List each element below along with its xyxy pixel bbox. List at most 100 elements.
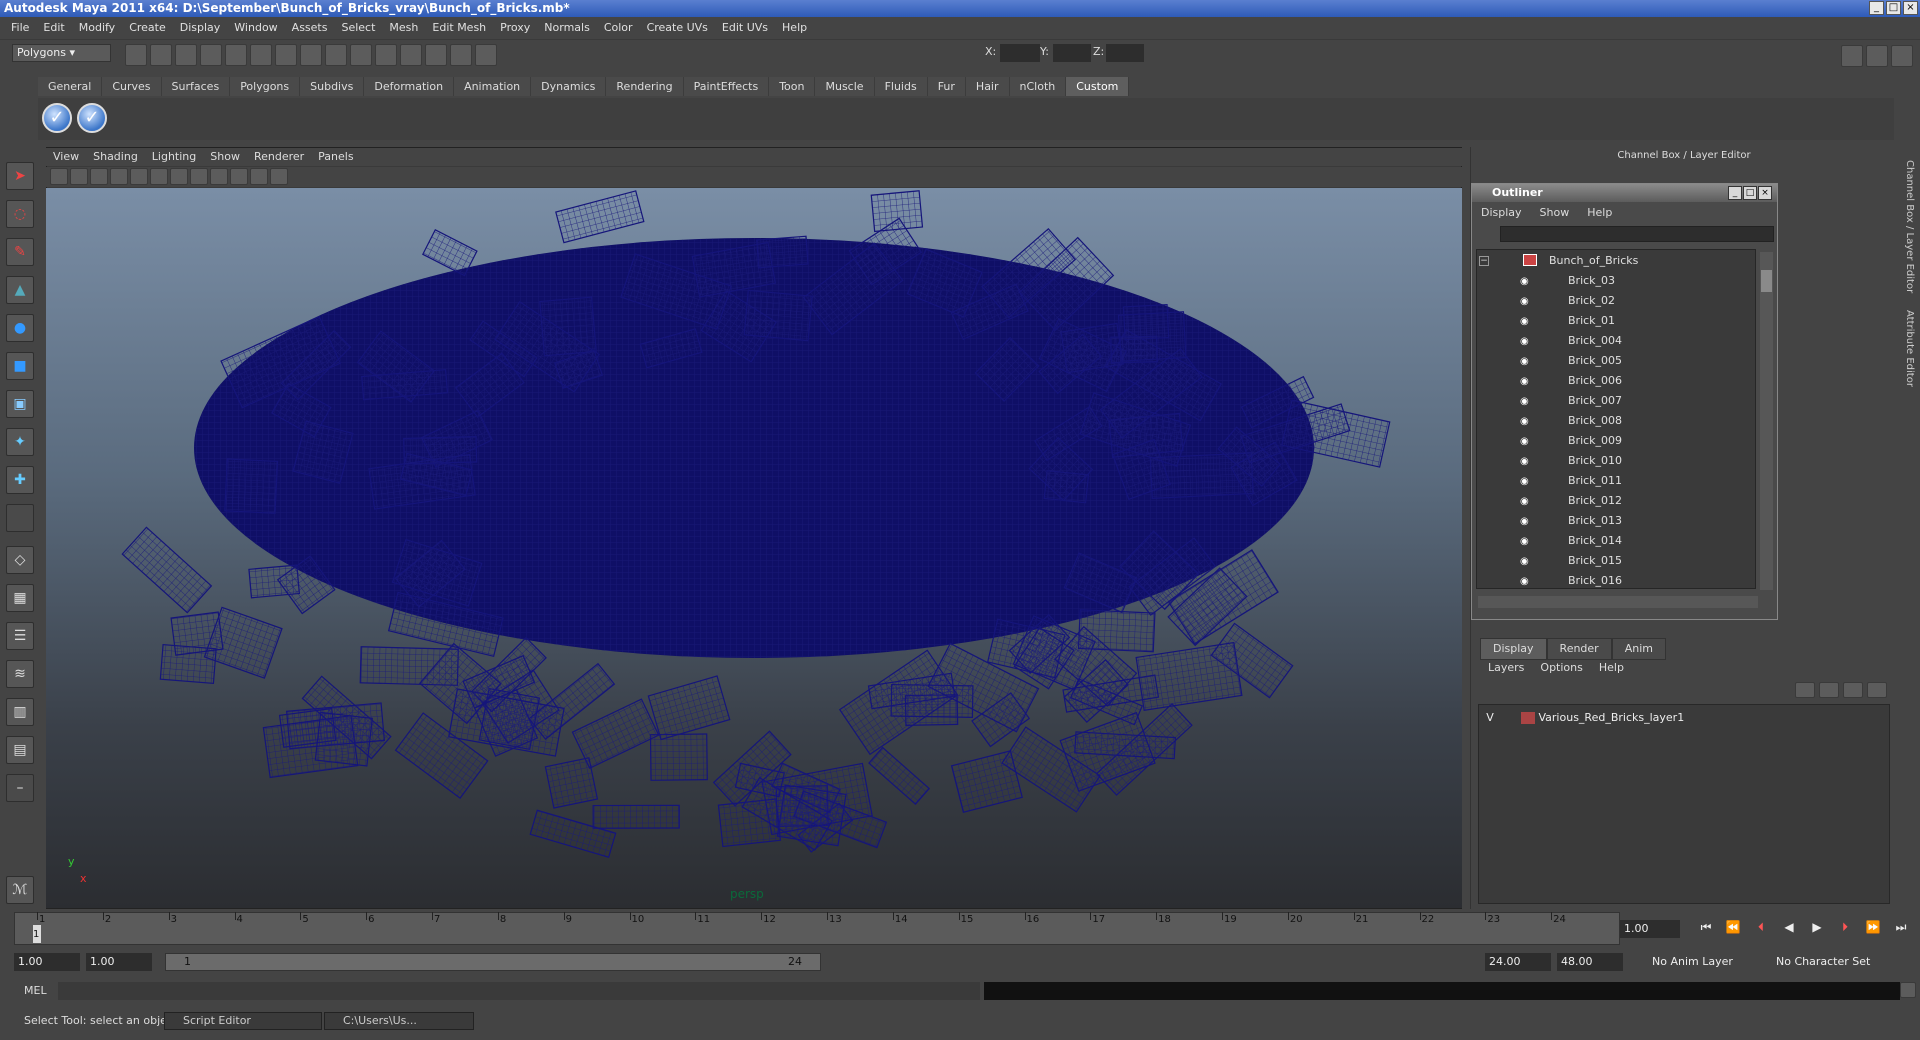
menu-file[interactable]: File [4, 19, 36, 37]
menu-edit[interactable]: Edit [36, 19, 71, 37]
shelf-tab-subdivs[interactable]: Subdivs [300, 77, 365, 96]
visibility-eye-icon[interactable]: ◉ [1520, 516, 1536, 527]
universal-manip-icon[interactable]: ▣ [6, 390, 34, 418]
layout-options-icon[interactable]: – [6, 774, 34, 802]
side-tab-channel-box[interactable]: Channel Box / Layer Editor [1901, 160, 1915, 293]
anim-layer-select[interactable]: No Anim Layer [1648, 953, 1760, 971]
viewport-menu-renderer[interactable]: Renderer [247, 148, 311, 166]
shelf-tab-fur[interactable]: Fur [927, 77, 966, 96]
paint-select-icon[interactable]: ✎ [6, 238, 34, 266]
outliner-item[interactable]: Brick_010 [1568, 451, 1622, 471]
layer-tab-anim[interactable]: Anim [1611, 638, 1666, 660]
ipr-render-icon[interactable] [450, 44, 472, 66]
menu-create-uvs[interactable]: Create UVs [640, 19, 715, 37]
save-scene-icon[interactable] [175, 44, 197, 66]
select-component-icon[interactable] [250, 44, 272, 66]
render-settings-icon[interactable] [475, 44, 497, 66]
outliner-item[interactable]: Brick_009 [1568, 431, 1622, 451]
single-pane-layout-icon[interactable]: ◇ [6, 546, 34, 574]
new-layer-selected-icon[interactable] [1819, 682, 1839, 698]
shelf-tab-curves[interactable]: Curves [102, 77, 162, 96]
show-channel-box-icon[interactable] [1891, 45, 1913, 67]
move-layer-down-icon[interactable] [1867, 682, 1887, 698]
menu-normals[interactable]: Normals [537, 19, 597, 37]
outliner-menu-help[interactable]: Help [1578, 204, 1621, 222]
menu-proxy[interactable]: Proxy [493, 19, 537, 37]
minimize-icon[interactable]: _ [1869, 1, 1884, 15]
y-field[interactable] [1053, 44, 1091, 62]
make-live-icon[interactable] [375, 44, 397, 66]
grid-icon[interactable] [110, 168, 128, 185]
shelf-checkmark-button-2[interactable]: ✓ [77, 103, 107, 133]
camera-attributes-icon[interactable] [50, 168, 68, 185]
visibility-eye-icon[interactable]: ◉ [1520, 276, 1536, 287]
step-back-icon[interactable]: ⏪ [1724, 920, 1742, 938]
current-frame-field[interactable]: 1.00 [1620, 920, 1680, 938]
outliner-item[interactable]: Brick_01 [1568, 311, 1615, 331]
maximize-icon[interactable]: □ [1886, 1, 1901, 15]
layer-color-swatch[interactable] [1521, 712, 1535, 724]
outliner-menu-display[interactable]: Display [1472, 204, 1531, 222]
snap-plane-icon[interactable] [350, 44, 372, 66]
shelf-tab-toon[interactable]: Toon [769, 77, 816, 96]
x-field[interactable] [1000, 44, 1040, 62]
menu-assets[interactable]: Assets [285, 19, 335, 37]
scale-tool-icon[interactable]: ■ [6, 352, 34, 380]
shelf-checkmark-button-1[interactable]: ✓ [42, 103, 72, 133]
close-icon[interactable]: × [1903, 1, 1918, 15]
layer-tab-display[interactable]: Display [1480, 638, 1547, 660]
textured-icon[interactable] [190, 168, 208, 185]
outliner-item[interactable]: Brick_011 [1568, 471, 1622, 491]
time-slider[interactable] [14, 912, 1620, 945]
viewport-menu-view[interactable]: View [46, 148, 86, 166]
shelf-tab-animation[interactable]: Animation [454, 77, 532, 96]
outliner-scroll-thumb[interactable] [1761, 270, 1772, 292]
outliner-item[interactable]: Brick_007 [1568, 391, 1622, 411]
step-forward-icon[interactable]: ⏩ [1864, 920, 1882, 938]
outliner-close-icon[interactable]: × [1758, 186, 1772, 200]
outliner-horizontal-scrollbar[interactable] [1478, 596, 1758, 608]
menu-create[interactable]: Create [122, 19, 173, 37]
show-attribute-editor-icon[interactable] [1841, 45, 1863, 67]
shelf-tab-dynamics[interactable]: Dynamics [531, 77, 607, 96]
outliner-item[interactable]: Brick_03 [1568, 271, 1615, 291]
show-tool-settings-icon[interactable] [1866, 45, 1888, 67]
shelf-tab-muscle[interactable]: Muscle [815, 77, 875, 96]
mode-select[interactable]: Polygons ▾ [12, 44, 111, 62]
snap-point-icon[interactable] [325, 44, 347, 66]
command-input[interactable] [58, 982, 980, 1000]
script-editor-icon[interactable] [1900, 982, 1916, 998]
outliner-vertical-scrollbar[interactable] [1760, 252, 1773, 590]
side-tab-attribute-editor[interactable]: Attribute Editor [1901, 310, 1915, 387]
visibility-eye-icon[interactable]: ◉ [1520, 396, 1536, 407]
select-hierarchy-icon[interactable] [200, 44, 222, 66]
new-scene-icon[interactable] [125, 44, 147, 66]
shadows-icon[interactable] [230, 168, 248, 185]
visibility-eye-icon[interactable]: ◉ [1520, 316, 1536, 327]
menu-edit-uvs[interactable]: Edit UVs [715, 19, 775, 37]
visibility-eye-icon[interactable]: ◉ [1520, 456, 1536, 467]
shelf-tab-rendering[interactable]: Rendering [606, 77, 684, 96]
wireframe-icon[interactable] [150, 168, 168, 185]
outliner-filter-field[interactable] [1500, 226, 1774, 242]
bookmark-icon[interactable] [70, 168, 88, 185]
move-layer-up-icon[interactable] [1843, 682, 1863, 698]
outliner-item[interactable]: Brick_004 [1568, 331, 1622, 351]
four-pane-layout-icon[interactable]: ▦ [6, 584, 34, 612]
viewport-scene[interactable] [46, 188, 1462, 908]
layer-menu-help[interactable]: Help [1591, 660, 1632, 676]
outliner-item[interactable]: Brick_005 [1568, 351, 1622, 371]
taskbar-explorer[interactable]: C:\Users\Us... [324, 1012, 474, 1030]
layer-visibility-toggle[interactable]: V [1482, 708, 1498, 728]
rotate-tool-icon[interactable]: ● [6, 314, 34, 342]
shelf-tab-custom[interactable]: Custom [1066, 77, 1130, 96]
last-tool-icon[interactable] [6, 504, 34, 532]
visibility-eye-icon[interactable]: ◉ [1520, 436, 1536, 447]
menu-window[interactable]: Window [227, 19, 284, 37]
layer-menu-layers[interactable]: Layers [1480, 660, 1532, 676]
visibility-eye-icon[interactable]: ◉ [1520, 336, 1536, 347]
menu-modify[interactable]: Modify [72, 19, 122, 37]
character-set-select[interactable]: No Character Set [1772, 953, 1884, 971]
z-field[interactable] [1106, 44, 1144, 62]
animation-end-field[interactable]: 48.00 [1557, 953, 1623, 971]
